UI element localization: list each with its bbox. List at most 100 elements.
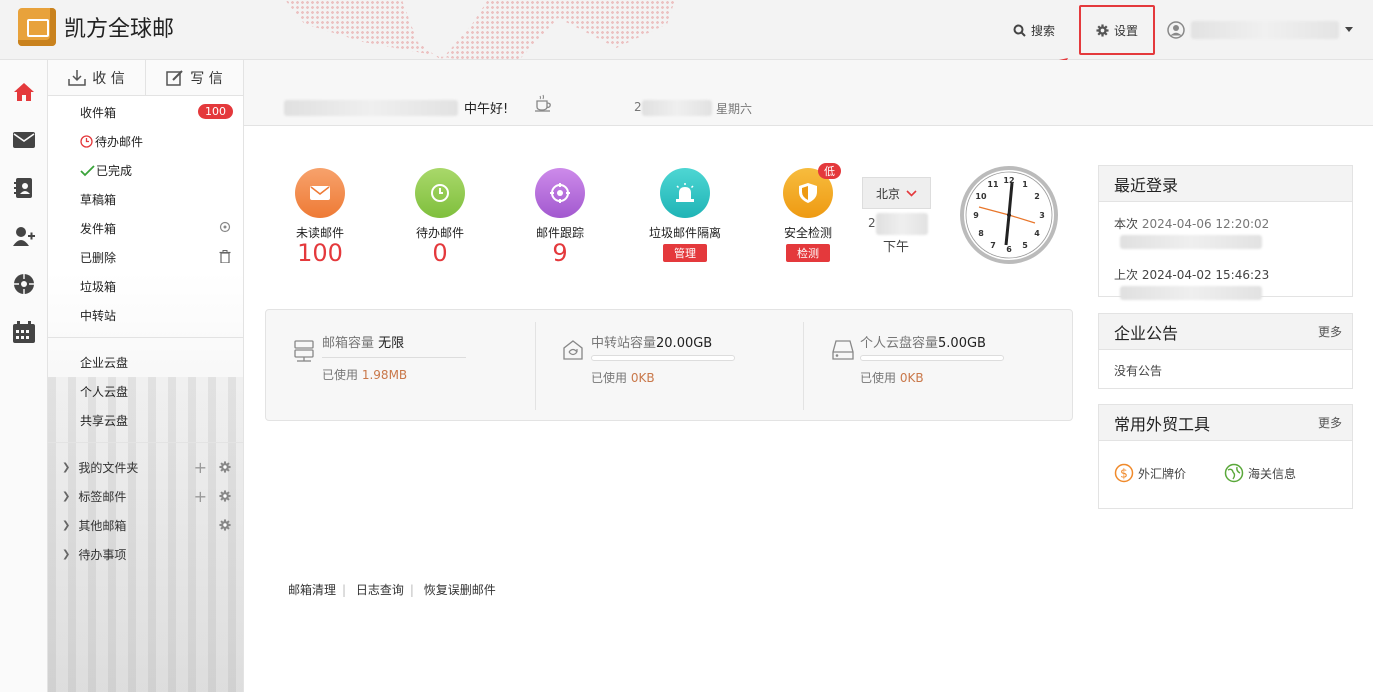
home-icon <box>14 83 34 101</box>
folder-drafts[interactable]: 草稿箱 <box>48 185 243 214</box>
check-button[interactable]: 检测 <box>786 244 830 262</box>
link-restore-deleted[interactable]: 恢复误删邮件 <box>424 583 496 597</box>
folder-sent[interactable]: 发件箱 <box>48 214 243 243</box>
divider <box>322 357 466 358</box>
recent-login-panel: 最近登录 本次 2024-04-06 12:20:02 上次 2024-04-0… <box>1098 165 1353 300</box>
folder-label: 草稿箱 <box>80 193 117 207</box>
manage-button[interactable]: 管理 <box>663 244 707 262</box>
hard-drive-icon <box>832 340 854 360</box>
search-icon <box>1013 24 1026 37</box>
unread-badge: 100 <box>198 104 233 119</box>
stat-label: 安全检测 <box>783 226 832 240</box>
folder-deleted[interactable]: 已删除 <box>48 243 243 272</box>
world-map-decoration <box>285 0 675 60</box>
city-select[interactable]: 北京 <box>862 177 931 209</box>
current-login-time: 2024-04-06 12:20:02 <box>1141 217 1270 231</box>
link-log-query[interactable]: 日志查询 <box>356 583 404 597</box>
folder-label: 收件箱 <box>80 106 117 120</box>
stat-label: 垃圾邮件隔离 <box>648 226 721 240</box>
tree-tagged-mail[interactable]: ❯ 标签邮件 + <box>48 482 243 511</box>
plus-icon[interactable]: + <box>194 458 207 477</box>
top-bar: 凯方全球邮 搜索 设置 <box>0 0 1373 60</box>
svg-text:3: 3 <box>1039 211 1045 220</box>
check-icon <box>80 164 95 176</box>
folder-label: 已完成 <box>96 164 133 178</box>
separator: | <box>409 583 414 597</box>
last-login-time: 2024-04-02 15:46:23 <box>1141 268 1270 282</box>
clock-icon <box>80 135 93 148</box>
storage-card: 邮箱容量 无限 已使用 1.98MB 中转站容量20.00GB 已使用 0KB … <box>265 309 1073 421</box>
target-icon[interactable] <box>219 221 231 233</box>
tool-customs-info[interactable]: 海关信息 <box>1224 463 1296 483</box>
tool-exchange-rate[interactable]: $ 外汇牌价 <box>1114 463 1186 483</box>
rail-calendar[interactable] <box>0 308 48 356</box>
used-value: 0KB <box>899 371 924 385</box>
chevron-right-icon[interactable]: ❯ <box>62 520 70 531</box>
rail-add-user[interactable] <box>0 212 48 260</box>
clock-period: 下午 <box>883 240 910 255</box>
chevron-right-icon[interactable]: ❯ <box>62 491 70 502</box>
search-button[interactable]: 搜索 <box>1013 22 1055 39</box>
tree-other-mailboxes[interactable]: ❯ 其他邮箱 <box>48 511 243 540</box>
tree-label: 我的文件夹 <box>78 461 139 475</box>
folder-spam[interactable]: 垃圾箱 <box>48 272 243 301</box>
folder-inbox[interactable]: 收件箱 100 <box>48 98 243 127</box>
enterprise-cloud[interactable]: 企业云盘 <box>48 348 243 377</box>
tracking-icon <box>535 168 585 218</box>
folder-label: 待办邮件 <box>95 135 144 149</box>
svg-text:6: 6 <box>1006 245 1012 254</box>
more-link[interactable]: 更多 <box>1318 323 1342 340</box>
folder-transfer[interactable]: 中转站 <box>48 301 243 330</box>
tree-label: 标签邮件 <box>78 490 127 504</box>
stat-security-check: 低 安全检测 检测 <box>758 163 858 262</box>
panel-title: 最近登录 <box>1114 175 1179 195</box>
shared-cloud[interactable]: 共享云盘 <box>48 406 243 435</box>
tree-todo-items[interactable]: ❯ 待办事项 <box>48 540 243 569</box>
storage-value: 5.00GB <box>938 336 986 351</box>
footer-links: 邮箱清理 | 日志查询 | 恢复误删邮件 <box>288 581 496 598</box>
stat-todo[interactable]: 待办邮件 0 <box>390 168 490 265</box>
trash-icon[interactable] <box>219 250 231 263</box>
gear-icon[interactable] <box>219 490 231 502</box>
folder-panel: 收 信 写 信 收件箱 100 待办邮件 已完成 草稿箱 发件箱 已删除 垃圾箱… <box>48 60 244 692</box>
plus-icon[interactable]: + <box>194 487 207 506</box>
cloud-label: 个人云盘 <box>80 385 129 399</box>
more-link[interactable]: 更多 <box>1318 414 1342 431</box>
rail-home[interactable] <box>0 68 48 116</box>
usage-progress-bar <box>860 355 1004 361</box>
rail-mail[interactable] <box>0 116 48 164</box>
storage-transfer: 中转站容量20.00GB 已使用 0KB <box>563 332 735 386</box>
clock-date-prefix: 2 <box>868 216 876 230</box>
alarm-icon <box>660 168 710 218</box>
gear-icon[interactable] <box>219 461 231 473</box>
link-mailbox-cleanup[interactable]: 邮箱清理 <box>288 583 336 597</box>
receive-mail-button[interactable]: 收 信 <box>48 60 146 95</box>
personal-cloud[interactable]: 个人云盘 <box>48 377 243 406</box>
chevron-right-icon[interactable]: ❯ <box>62 549 70 560</box>
gear-icon[interactable] <box>219 519 231 531</box>
last-login-label: 上次 <box>1114 268 1139 282</box>
folder-label: 垃圾箱 <box>80 280 117 294</box>
divider <box>803 322 804 410</box>
address-book-icon <box>14 178 32 198</box>
logo[interactable]: 凯方全球邮 <box>18 8 174 46</box>
receive-mail-label: 收 信 <box>92 70 125 87</box>
user-menu[interactable] <box>1167 21 1353 39</box>
rail-disc[interactable] <box>0 260 48 308</box>
write-mail-button[interactable]: 写 信 <box>146 60 243 95</box>
chevron-right-icon[interactable]: ❯ <box>62 462 70 473</box>
separator: | <box>342 583 347 597</box>
used-label: 已使用 <box>591 371 628 385</box>
rail-contacts[interactable] <box>0 164 48 212</box>
settings-button[interactable]: 设置 <box>1079 5 1155 55</box>
tree-my-folders[interactable]: ❯ 我的文件夹 + <box>48 453 243 482</box>
svg-text:9: 9 <box>973 211 979 220</box>
stat-tracking[interactable]: 邮件跟踪 9 <box>510 168 610 265</box>
storage-title: 个人云盘容量 <box>860 336 939 351</box>
stat-unread[interactable]: 未读邮件 100 <box>270 168 370 265</box>
storage-personal-cloud: 个人云盘容量5.00GB 已使用 0KB <box>832 332 1004 386</box>
svg-text:5: 5 <box>1022 241 1028 250</box>
folder-todo[interactable]: 待办邮件 <box>48 127 243 156</box>
folder-done[interactable]: 已完成 <box>48 156 243 185</box>
used-value: 1.98MB <box>361 368 408 382</box>
